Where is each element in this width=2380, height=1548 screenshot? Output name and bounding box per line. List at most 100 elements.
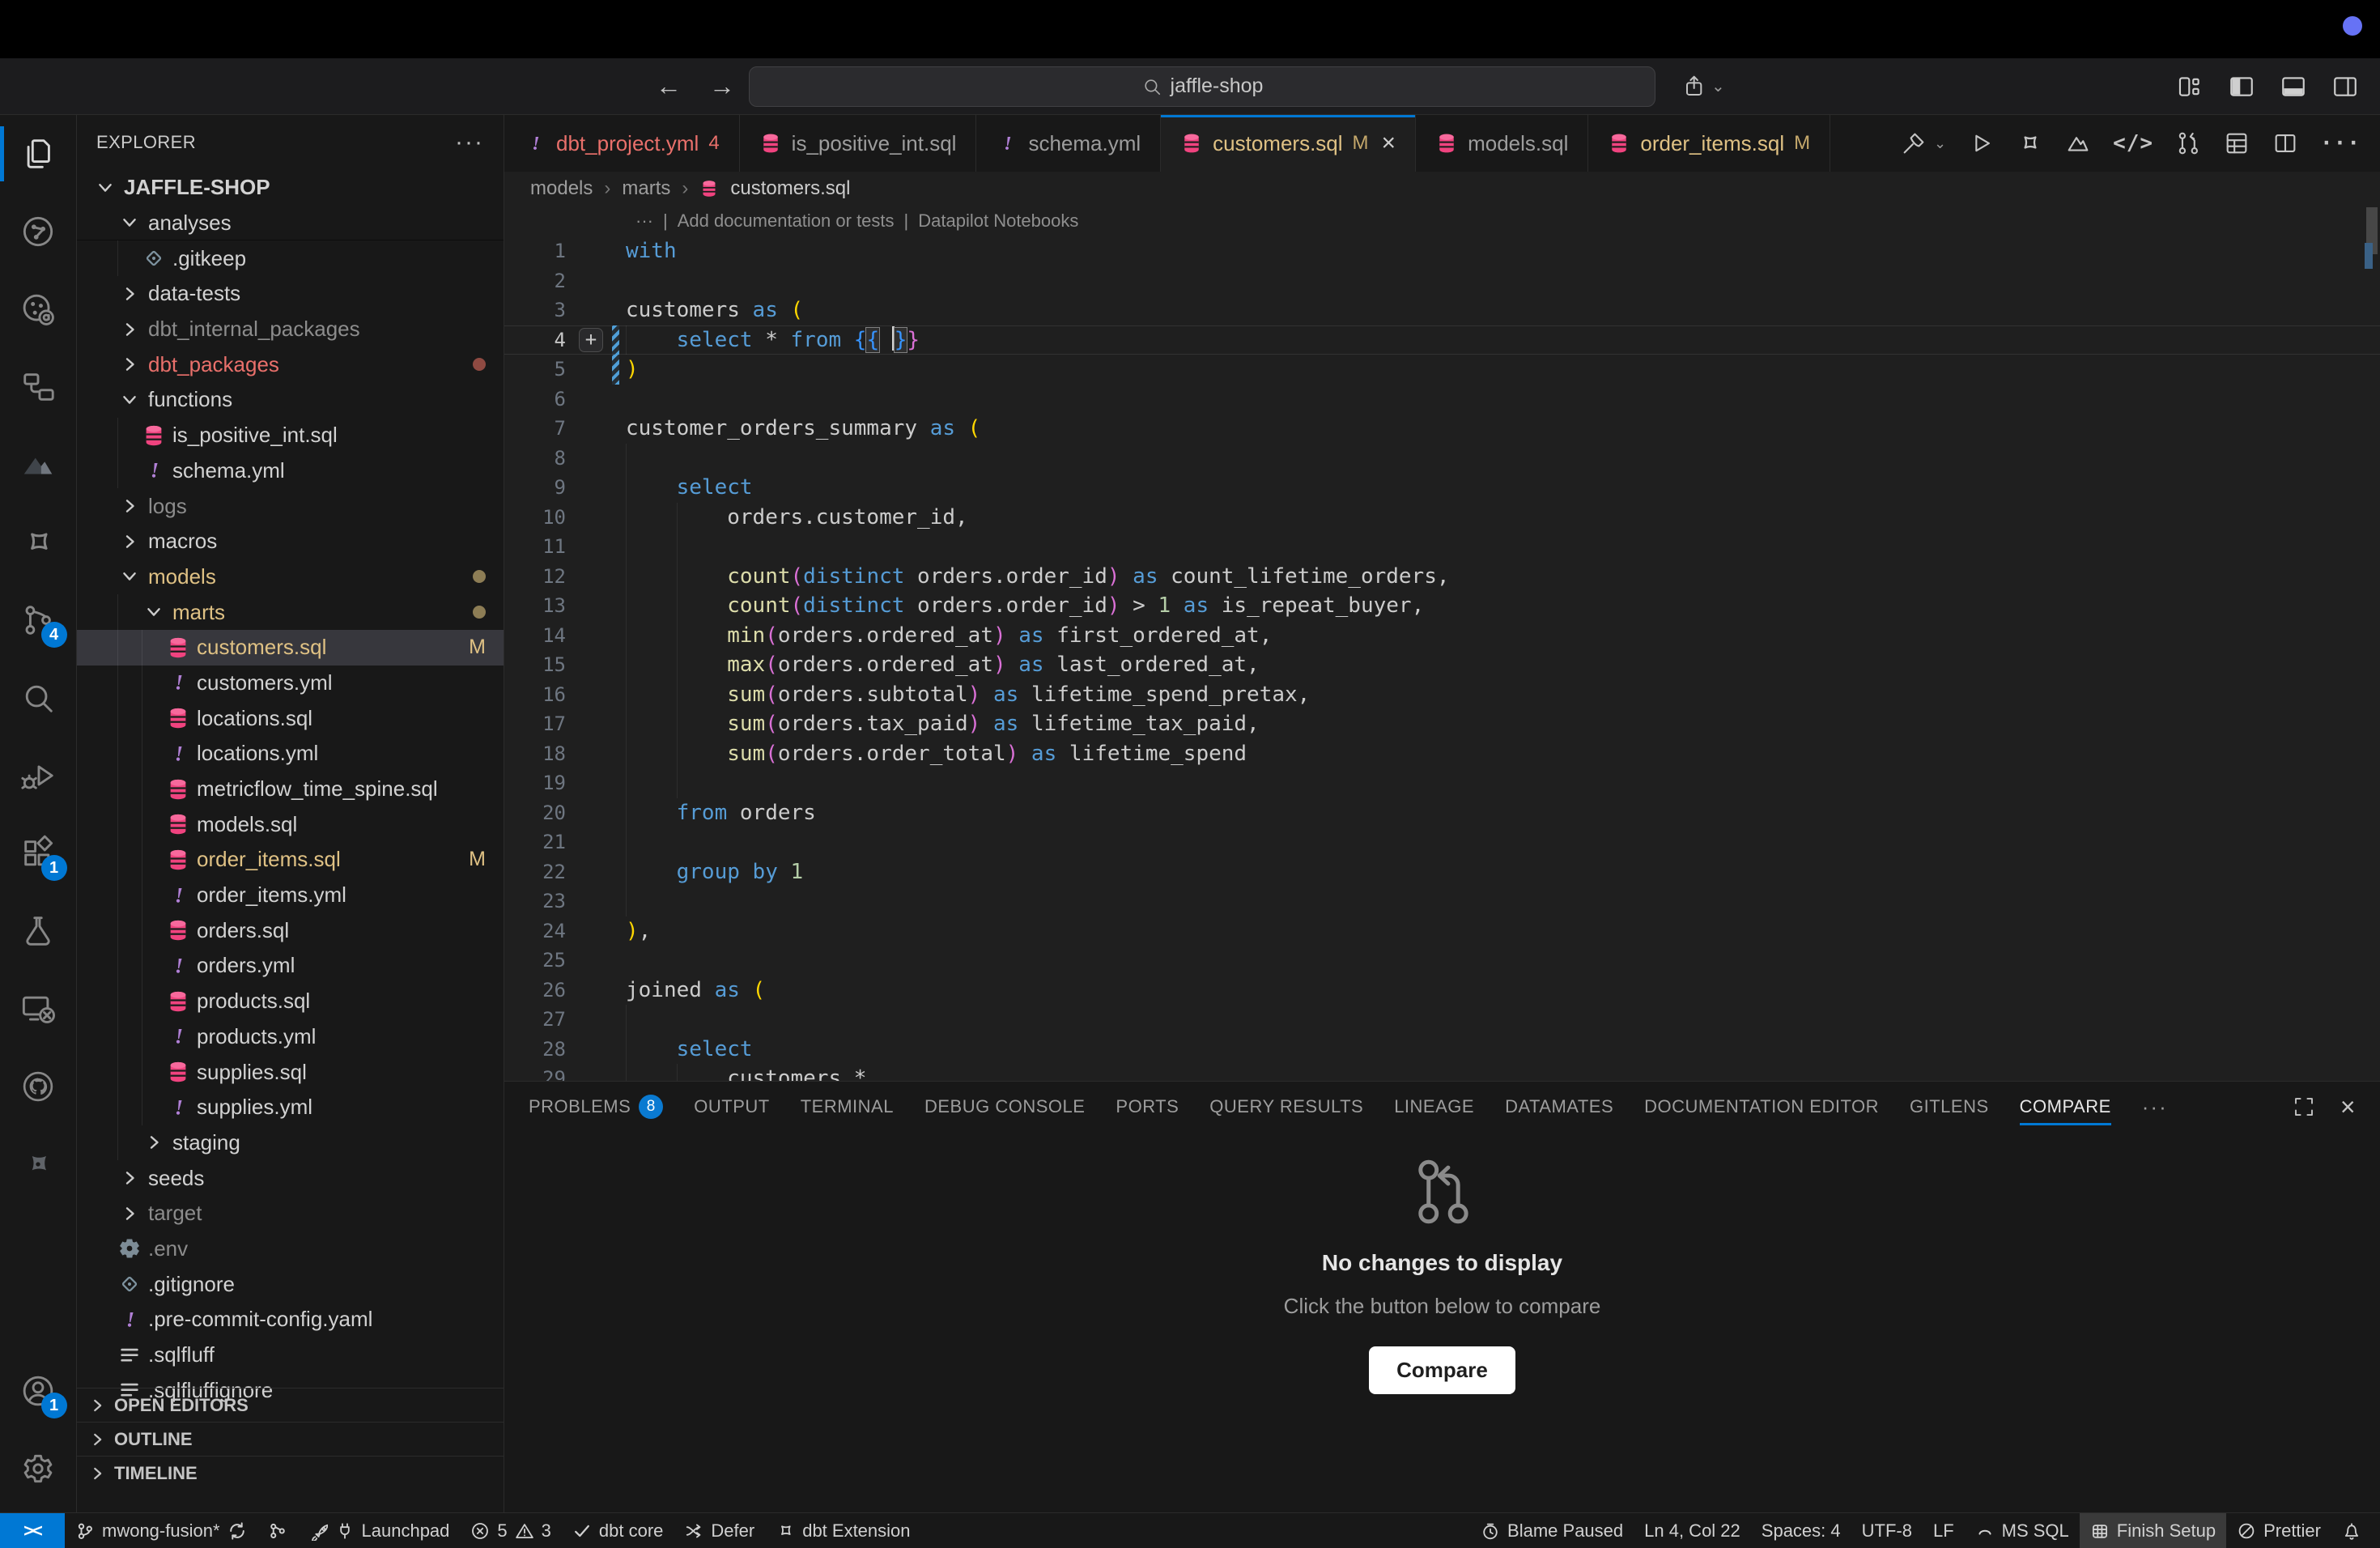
tab-models-sql[interactable]: models.sql — [1416, 115, 1588, 172]
tree-item-logs[interactable]: logs — [77, 488, 504, 524]
forward-button[interactable]: → — [709, 71, 735, 101]
more-actions-button[interactable]: ··· — [2320, 131, 2361, 155]
tree-item-pre-commit-config-yaml[interactable]: !.pre-commit-config.yaml — [77, 1302, 504, 1337]
tree-item-dbt-internal-packages[interactable]: dbt_internal_packages — [77, 312, 504, 347]
tree-item-jaffle-shop[interactable]: JAFFLE-SHOP — [77, 170, 504, 206]
breadcrumb-file[interactable]: customers.sql — [730, 177, 850, 200]
back-button[interactable]: ← — [656, 71, 682, 101]
status-launchpad[interactable]: Launchpad — [298, 1513, 461, 1548]
panel-tab-terminal[interactable]: TERMINAL — [801, 1082, 894, 1132]
panel-tab-gitlens[interactable]: GITLENS — [1910, 1082, 1989, 1132]
compare-button[interactable]: Compare — [1369, 1346, 1515, 1394]
activity-item-github[interactable] — [0, 1048, 77, 1125]
activity-item-source-control-repos[interactable] — [0, 270, 77, 348]
tree-item-gitignore[interactable]: .gitignore — [77, 1266, 504, 1302]
panel-tab-datamates[interactable]: DATAMATES — [1505, 1082, 1613, 1132]
panel-tab-documentation-editor[interactable]: DOCUMENTATION EDITOR — [1644, 1082, 1879, 1132]
tree-item-order-items-sql[interactable]: order_items.sqlM — [77, 842, 504, 878]
activity-item-dbt-power-user-alt[interactable] — [0, 1125, 77, 1203]
tree-item-gitkeep[interactable]: .gitkeep — [77, 240, 504, 276]
activity-item-git-graph[interactable]: 4 — [0, 581, 77, 659]
inline-add-button[interactable]: + — [579, 328, 603, 352]
sidebar-section-open-editors[interactable]: OPEN EDITORS — [77, 1388, 504, 1422]
tree-item-seeds[interactable]: seeds — [77, 1160, 504, 1196]
toggle-secondary-sidebar-icon[interactable] — [2331, 73, 2359, 100]
status-prettier[interactable]: Prettier — [2226, 1513, 2331, 1548]
activity-item-source-control[interactable] — [0, 193, 77, 270]
tree-item-macros[interactable]: macros — [77, 524, 504, 559]
tree-item-products-sql[interactable]: products.sql — [77, 984, 504, 1019]
activity-item-manage[interactable] — [0, 1430, 77, 1508]
panel-tab-compare[interactable]: COMPARE — [2020, 1082, 2111, 1132]
tree-item-marts[interactable]: marts — [77, 594, 504, 630]
activity-item-search[interactable] — [0, 659, 77, 737]
status-indentation[interactable]: Spaces: 4 — [1751, 1513, 1851, 1548]
tab-customers-sql[interactable]: customers.sql M × — [1161, 115, 1416, 172]
activity-item-dbt-projects[interactable] — [0, 348, 77, 426]
query-results-action[interactable] — [2223, 130, 2250, 157]
codelens-link[interactable]: Add documentation or tests — [678, 211, 895, 232]
status-git-compare[interactable] — [257, 1513, 298, 1548]
tree-item-data-tests[interactable]: data-tests — [77, 276, 504, 312]
tree-item-models-sql[interactable]: models.sql — [77, 806, 504, 842]
panel-tab-debug-console[interactable]: DEBUG CONSOLE — [924, 1082, 1085, 1132]
status-encoding[interactable]: UTF-8 — [1851, 1513, 1923, 1548]
tab-order-items-sql[interactable]: order_items.sql M — [1588, 115, 1830, 172]
run-button[interactable] — [1967, 130, 1995, 157]
status-cursor-position[interactable]: Ln 4, Col 22 — [1634, 1513, 1751, 1548]
status-dbt-core[interactable]: dbt core — [562, 1513, 674, 1548]
toggle-panel-icon[interactable] — [2280, 73, 2307, 100]
activity-item-extensions[interactable]: 1 — [0, 814, 77, 892]
tree-item-is-positive-int-sql[interactable]: is_positive_int.sql — [77, 418, 504, 453]
panel-more-tabs[interactable]: ··· — [2142, 1095, 2168, 1120]
code-editor[interactable]: ···|Add documentation or tests|Datapilot… — [504, 206, 2380, 1081]
dbt-build-button[interactable] — [1900, 130, 1927, 157]
activity-item-testing[interactable] — [0, 892, 77, 970]
tab-schema-yml[interactable]: ! schema.yml — [976, 115, 1161, 172]
explorer-more-actions[interactable]: ··· — [455, 129, 484, 156]
close-icon[interactable]: × — [1382, 130, 1396, 157]
status-blame[interactable]: Blame Paused — [1470, 1513, 1634, 1548]
tree-item-customers-yml[interactable]: !customers.yml — [77, 666, 504, 701]
activity-item-dbt-power-user[interactable] — [0, 504, 77, 581]
panel-tab-ports[interactable]: PORTS — [1116, 1082, 1179, 1132]
compile-code-action[interactable]: </> — [2113, 131, 2153, 155]
status-problems[interactable]: 53 — [460, 1513, 562, 1548]
tree-item-sqlfluff[interactable]: .sqlfluff — [77, 1337, 504, 1373]
tree-item-schema-yml[interactable]: !schema.yml — [77, 453, 504, 489]
tree-item-locations-sql[interactable]: locations.sql — [77, 700, 504, 736]
sidebar-section-timeline[interactable]: TIMELINE — [77, 1456, 504, 1490]
tree-item-target[interactable]: target — [77, 1196, 504, 1231]
tree-item-order-items-yml[interactable]: !order_items.yml — [77, 878, 504, 913]
maximize-panel-icon[interactable] — [2292, 1095, 2316, 1119]
tree-item-orders-yml[interactable]: !orders.yml — [77, 948, 504, 984]
status-finish-setup[interactable]: Finish Setup — [2080, 1513, 2226, 1548]
breadcrumb-part[interactable]: models — [530, 177, 593, 200]
tree-item-dbt-packages[interactable]: dbt_packages — [77, 347, 504, 382]
status-dbt-extension[interactable]: dbt Extension — [765, 1513, 920, 1548]
toggle-sidebar-icon[interactable] — [2228, 73, 2255, 100]
sidebar-section-outline[interactable]: OUTLINE — [77, 1422, 504, 1456]
status-notifications[interactable] — [2331, 1513, 2372, 1548]
activity-item-accounts[interactable]: 1 — [0, 1352, 77, 1430]
activity-item-remote-explorer[interactable] — [0, 970, 77, 1048]
panel-tab-output[interactable]: OUTPUT — [694, 1082, 769, 1132]
share-button[interactable]: ⌄ — [1682, 74, 1725, 100]
panel-tab-lineage[interactable]: LINEAGE — [1394, 1082, 1474, 1132]
tree-item-staging[interactable]: staging — [77, 1125, 504, 1161]
tree-item-supplies-yml[interactable]: !supplies.yml — [77, 1090, 504, 1125]
dbt-lineage-action[interactable] — [2064, 130, 2092, 157]
tab-is-positive-int-sql[interactable]: is_positive_int.sql — [740, 115, 977, 172]
tree-item-locations-yml[interactable]: !locations.yml — [77, 736, 504, 772]
activity-item-explorer[interactable] — [0, 115, 77, 193]
remote-indicator[interactable]: >< — [0, 1513, 65, 1548]
split-editor-button[interactable] — [2272, 130, 2299, 157]
tree-item-metricflow-time-spine-sql[interactable]: metricflow_time_spine.sql — [77, 772, 504, 807]
activity-item-dbt[interactable] — [0, 426, 77, 504]
breadcrumb-part[interactable]: marts — [622, 177, 670, 200]
breadcrumb[interactable]: models›marts›customers.sql — [504, 172, 2380, 206]
tree-item-supplies-sql[interactable]: supplies.sql — [77, 1054, 504, 1090]
status-language-mode[interactable]: MS SQL — [1965, 1513, 2080, 1548]
tab-dbt-project-yml[interactable]: ! dbt_project.yml 4 — [504, 115, 740, 172]
panel-tab-query-results[interactable]: QUERY RESULTS — [1209, 1082, 1363, 1132]
